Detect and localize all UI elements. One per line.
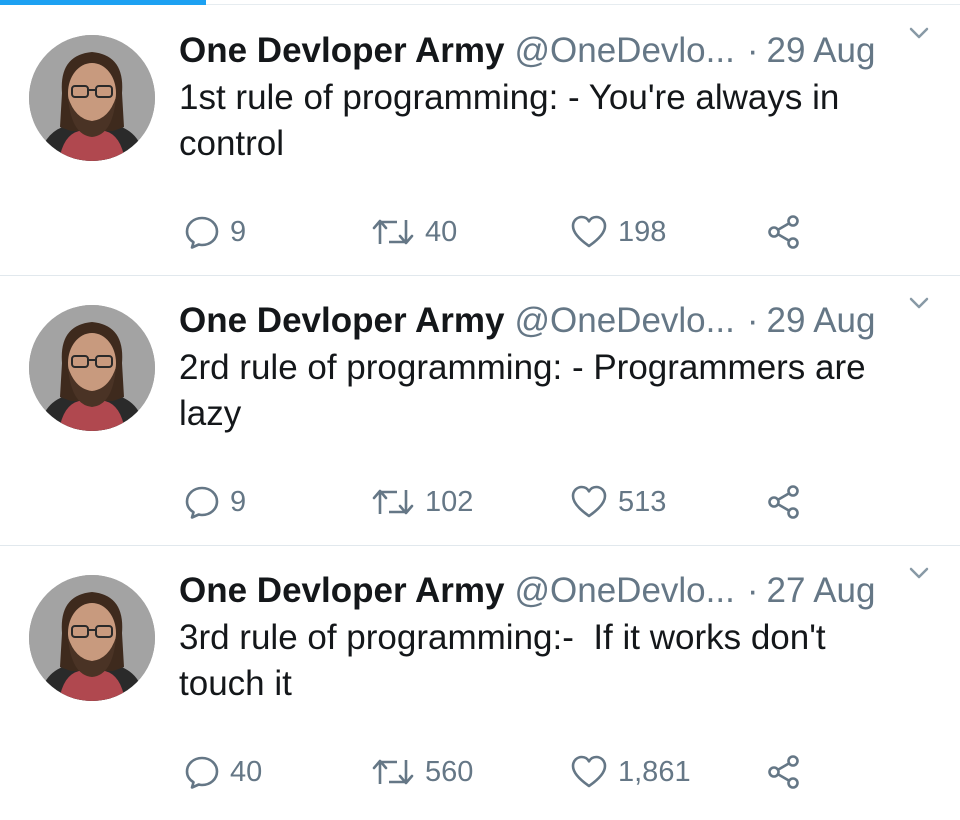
avatar-portrait <box>29 35 155 161</box>
tweet-date[interactable]: 29 Aug <box>766 30 875 72</box>
separator-dot: · <box>746 301 759 340</box>
separator-dot: · <box>746 571 759 610</box>
reply-count: 9 <box>230 485 247 518</box>
reply-count: 9 <box>230 215 247 248</box>
tweet-text: 1st rule of programming: - You're always… <box>179 78 850 163</box>
user-handle[interactable]: @OneDevlo... <box>514 300 734 342</box>
retweet-count: 560 <box>425 755 474 788</box>
like-button[interactable]: 1,861 <box>570 752 691 792</box>
tweet-card[interactable]: One Devloper Army @OneDevlo... · 29 Aug … <box>0 276 960 546</box>
reply-icon <box>184 484 220 520</box>
share-icon <box>766 754 802 790</box>
avatar-portrait <box>29 305 155 431</box>
like-count: 1,861 <box>618 755 691 788</box>
user-handle[interactable]: @OneDevlo... <box>514 570 734 612</box>
tweet-date[interactable]: 29 Aug <box>766 300 875 342</box>
like-count: 198 <box>618 215 667 248</box>
retweet-icon <box>371 214 415 250</box>
display-name[interactable]: One Devloper Army <box>179 570 504 612</box>
avatar-portrait <box>29 575 155 701</box>
tweet-header: One Devloper Army @OneDevlo... · 29 Aug <box>179 30 960 72</box>
reply-icon <box>184 754 220 790</box>
reply-button[interactable]: 9 <box>184 482 246 522</box>
user-handle[interactable]: @OneDevlo... <box>514 30 734 72</box>
tweet-header: One Devloper Army @OneDevlo... · 27 Aug <box>179 570 960 612</box>
loading-progress-bar <box>0 0 206 5</box>
share-icon <box>766 214 802 250</box>
share-button[interactable] <box>766 212 802 252</box>
tweet-content: One Devloper Army @OneDevlo... · 29 Aug … <box>179 300 960 437</box>
reply-button[interactable]: 9 <box>184 212 246 252</box>
share-button[interactable] <box>766 482 802 522</box>
tweet-content: One Devloper Army @OneDevlo... · 29 Aug … <box>179 30 960 167</box>
retweet-button[interactable]: 560 <box>371 752 473 792</box>
tweet-card[interactable]: One Devloper Army @OneDevlo... · 29 Aug … <box>0 6 960 276</box>
like-button[interactable]: 198 <box>570 212 666 252</box>
tweet-text: 3rd rule of programming:- If it works do… <box>179 618 836 703</box>
retweet-count: 102 <box>425 485 474 518</box>
tweet-actions: 9 102 513 <box>0 482 960 522</box>
like-count: 513 <box>618 485 667 518</box>
chevron-down-icon[interactable] <box>906 20 932 46</box>
display-name[interactable]: One Devloper Army <box>179 300 504 342</box>
reply-icon <box>184 214 220 250</box>
tweet-actions: 9 40 198 <box>0 212 960 252</box>
display-name[interactable]: One Devloper Army <box>179 30 504 72</box>
retweet-button[interactable]: 102 <box>371 482 473 522</box>
reply-count: 40 <box>230 755 263 788</box>
top-divider <box>206 4 960 5</box>
tweet-actions: 40 560 1,861 <box>0 752 960 792</box>
heart-icon <box>570 484 608 520</box>
avatar[interactable] <box>29 35 155 161</box>
share-button[interactable] <box>766 752 802 792</box>
retweet-button[interactable]: 40 <box>371 212 457 252</box>
retweet-count: 40 <box>425 215 458 248</box>
avatar[interactable] <box>29 575 155 701</box>
tweet-header: One Devloper Army @OneDevlo... · 29 Aug <box>179 300 960 342</box>
heart-icon <box>570 754 608 790</box>
like-button[interactable]: 513 <box>570 482 666 522</box>
share-icon <box>766 484 802 520</box>
separator-dot: · <box>746 31 759 70</box>
chevron-down-icon[interactable] <box>906 290 932 316</box>
tweet-text: 2rd rule of programming: - Programmers a… <box>179 348 876 433</box>
heart-icon <box>570 214 608 250</box>
tweet-card[interactable]: One Devloper Army @OneDevlo... · 27 Aug … <box>0 546 960 816</box>
reply-button[interactable]: 40 <box>184 752 262 792</box>
tweet-content: One Devloper Army @OneDevlo... · 27 Aug … <box>179 570 960 707</box>
retweet-icon <box>371 754 415 790</box>
retweet-icon <box>371 484 415 520</box>
tweet-feed: One Devloper Army @OneDevlo... · 29 Aug … <box>0 6 960 816</box>
avatar[interactable] <box>29 305 155 431</box>
tweet-date[interactable]: 27 Aug <box>766 570 875 612</box>
chevron-down-icon[interactable] <box>906 560 932 586</box>
